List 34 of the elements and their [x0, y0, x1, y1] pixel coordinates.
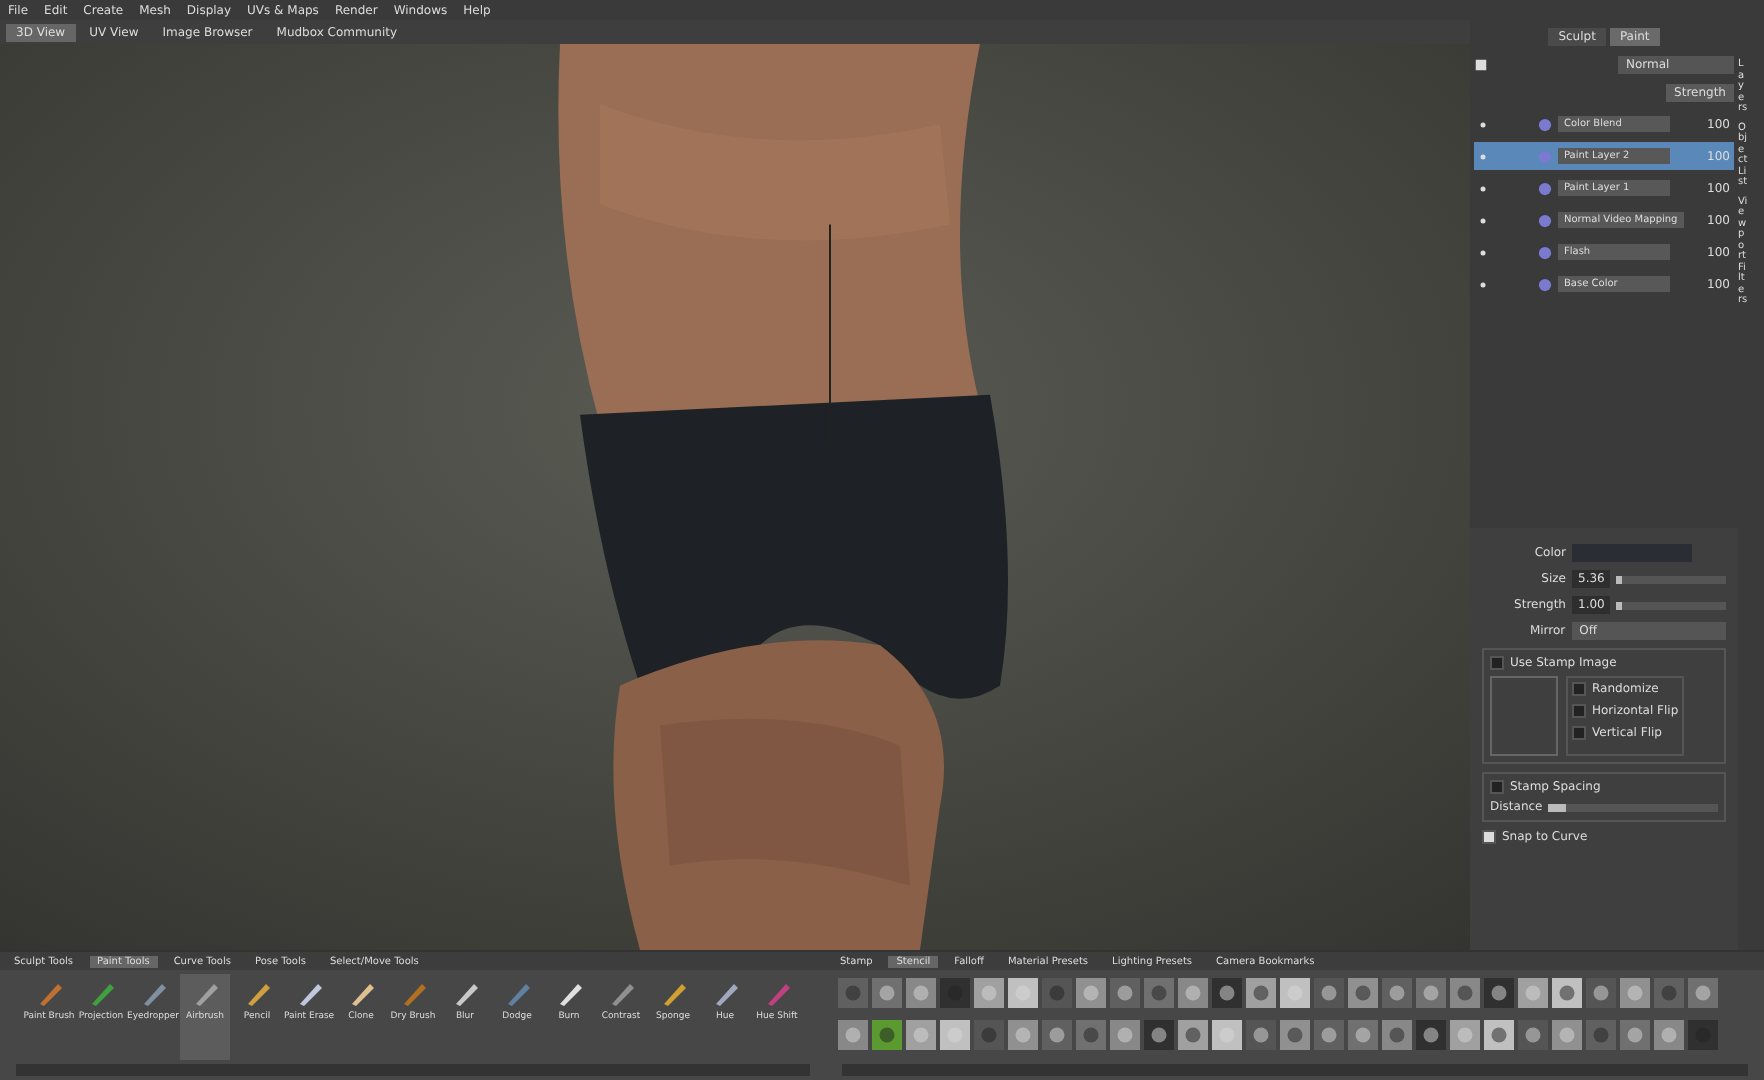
sphere-icon — [1538, 277, 1552, 291]
brush-icon — [659, 980, 687, 1008]
sphere-icon — [1538, 181, 1552, 195]
checkbox[interactable] — [1482, 830, 1496, 844]
brush-icon — [607, 980, 635, 1008]
brush-icon — [451, 980, 479, 1008]
brush-icon — [555, 980, 583, 1008]
checkbox[interactable] — [1490, 656, 1504, 670]
visibility-icon[interactable] — [1478, 279, 1488, 289]
brush-icon — [711, 980, 739, 1008]
sphere-icon — [1538, 213, 1552, 227]
checkbox[interactable] — [1572, 704, 1586, 718]
sphere-icon — [1538, 117, 1552, 131]
sphere-icon — [1538, 149, 1552, 163]
checkbox[interactable] — [1572, 726, 1586, 740]
stamp-preview — [1490, 676, 1558, 756]
brush-icon — [295, 980, 323, 1008]
visibility-icon[interactable] — [1478, 247, 1488, 257]
sphere-icon — [1538, 245, 1552, 259]
new-layer-icon[interactable] — [1474, 57, 1488, 71]
brush-icon — [347, 980, 375, 1008]
brush-icon — [87, 980, 115, 1008]
checkbox[interactable] — [1490, 780, 1504, 794]
brush-icon — [35, 980, 63, 1008]
brush-icon — [191, 980, 219, 1008]
visibility-icon[interactable] — [1478, 119, 1488, 129]
brush-icon — [763, 980, 791, 1008]
visibility-icon[interactable] — [1478, 183, 1488, 193]
brush-icon — [139, 980, 167, 1008]
checkbox[interactable] — [1572, 682, 1586, 696]
brush-icon — [399, 980, 427, 1008]
visibility-icon[interactable] — [1478, 215, 1488, 225]
brush-icon — [503, 980, 531, 1008]
brush-icon — [243, 980, 271, 1008]
